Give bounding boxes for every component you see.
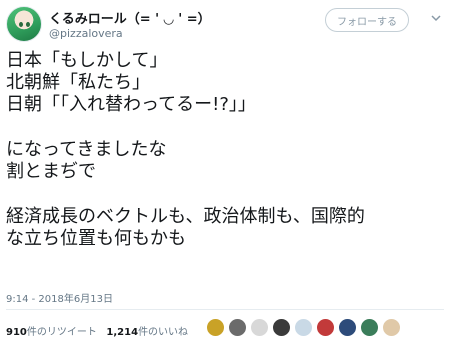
line-break — [6, 116, 444, 139]
tweet-stats: 910件のリツイート 1,214件のいいね — [6, 323, 188, 338]
liker-avatar[interactable] — [228, 318, 247, 337]
retweet-label: 件のリツイート — [26, 327, 97, 338]
avatar-eye — [26, 22, 30, 27]
liker-avatar[interactable] — [250, 318, 269, 337]
tweet-line: な立ち位置も何もかも — [6, 228, 186, 249]
liker-avatar[interactable] — [382, 318, 401, 337]
tweet-card: くるみロール（= ' ◡ ' =） @pizzalovera フォローする 日本… — [0, 0, 450, 348]
liker-avatar[interactable] — [338, 318, 357, 337]
tweet-line: になってきましたな — [6, 139, 167, 160]
retweet-stat[interactable]: 910件のリツイート — [6, 327, 97, 338]
like-count: 1,214 — [106, 327, 139, 338]
like-stat[interactable]: 1,214件のいいね — [106, 327, 188, 338]
liker-avatar[interactable] — [272, 318, 291, 337]
retweet-count: 910 — [6, 327, 27, 338]
liker-avatar[interactable] — [316, 318, 335, 337]
tweet-line: 割とまぢで — [6, 161, 96, 182]
chevron-down-icon[interactable] — [430, 12, 442, 24]
timestamp[interactable]: 9:14 - 2018年6月13日 — [6, 290, 113, 305]
follow-button[interactable]: フォローする — [325, 8, 409, 32]
tweet-line: 経済成長のベクトルも、政治体制も、国際的 — [6, 206, 365, 227]
tweet-text: 日本「もしかして」 北朝鮮「私たち」 日朝「「入れ替わってるー!?」」 になって… — [6, 50, 444, 250]
avatar-eye — [19, 22, 23, 27]
line-break — [6, 183, 444, 206]
tweet-line: 北朝鮮「私たち」 — [6, 72, 150, 93]
divider — [6, 309, 444, 310]
likers-avatars — [206, 318, 404, 337]
like-label: 件のいいね — [138, 327, 189, 338]
liker-avatar[interactable] — [294, 318, 313, 337]
avatar[interactable] — [6, 6, 42, 42]
liker-avatar[interactable] — [360, 318, 379, 337]
tweet-line: 日朝「「入れ替わってるー!?」」 — [6, 94, 256, 115]
user-handle[interactable]: @pizzalovera — [49, 27, 123, 40]
liker-avatar[interactable] — [206, 318, 225, 337]
tweet-line: 日本「もしかして」 — [6, 50, 168, 71]
display-name[interactable]: くるみロール（= ' ◡ ' =） — [49, 8, 211, 27]
